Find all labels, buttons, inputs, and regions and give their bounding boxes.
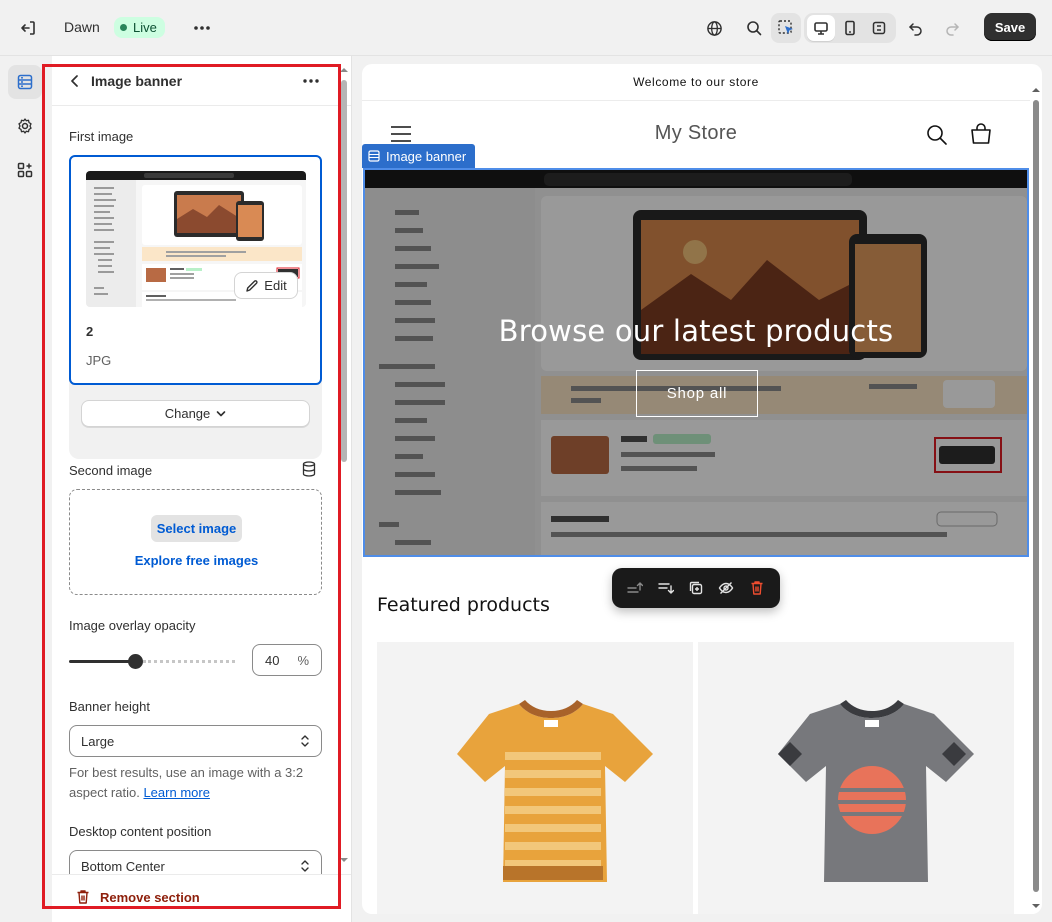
live-dot-icon xyxy=(120,24,127,31)
device-switcher xyxy=(804,13,896,43)
first-image-picker: Edit 2 JPG Change xyxy=(69,155,322,459)
move-down-icon[interactable] xyxy=(653,575,679,601)
grey-tshirt-image xyxy=(778,700,974,882)
undo-icon[interactable] xyxy=(901,13,931,43)
status-badge: Live xyxy=(114,17,165,38)
overlay-opacity-value: 40 xyxy=(265,653,280,668)
panel-footer: Remove section xyxy=(52,874,351,922)
first-image-label: First image xyxy=(69,129,134,144)
globe-icon[interactable] xyxy=(699,13,729,43)
change-label: Change xyxy=(164,406,211,421)
database-icon[interactable] xyxy=(302,461,320,479)
section-tag-icon xyxy=(368,150,380,162)
section-settings-panel: Image banner First image Edit 2 JPG Chan… xyxy=(52,56,352,922)
fullscreen-icon[interactable] xyxy=(865,15,893,41)
cart-icon[interactable] xyxy=(969,122,993,146)
trash-icon xyxy=(77,890,89,904)
pencil-icon xyxy=(246,279,258,292)
sections-icon[interactable] xyxy=(8,65,42,99)
store-preview: Welcome to our store My Store Image bann… xyxy=(362,64,1042,914)
section-toolbar xyxy=(612,568,780,608)
second-image-dropzone[interactable]: Select image Explore free images xyxy=(69,489,322,595)
select-chevron-icon xyxy=(301,735,309,747)
product-card[interactable] xyxy=(377,642,693,914)
section-tag-label: Image banner xyxy=(386,148,467,164)
shop-all-button[interactable]: Shop all xyxy=(636,370,758,417)
change-image-button[interactable]: Change xyxy=(81,400,310,427)
banner-heading: Browse our latest products xyxy=(498,314,894,348)
search-icon[interactable] xyxy=(926,124,948,146)
more-icon[interactable] xyxy=(300,72,322,90)
redo-icon[interactable] xyxy=(937,13,967,43)
orange-tshirt-image xyxy=(457,700,653,882)
theme-name: Dawn xyxy=(64,19,100,35)
announcement-bar: Welcome to our store xyxy=(362,64,1030,101)
image-file-type: JPG xyxy=(86,353,112,368)
second-image-label: Second image xyxy=(69,463,153,478)
settings-gear-icon[interactable] xyxy=(8,109,42,143)
image-banner-section[interactable]: Browse our latest products Shop all xyxy=(363,168,1029,557)
left-rail xyxy=(0,56,52,922)
overlay-opacity-label: Image overlay opacity xyxy=(69,618,196,633)
learn-more-link[interactable]: Learn more xyxy=(143,785,209,800)
banner-height-label: Banner height xyxy=(69,699,150,714)
slider-fill xyxy=(69,660,135,663)
preview-scrollbar[interactable] xyxy=(1030,86,1042,914)
overlay-opacity-slider[interactable] xyxy=(69,654,235,669)
edit-image-button[interactable]: Edit xyxy=(234,272,298,299)
inspector-icon[interactable] xyxy=(771,13,801,43)
apps-icon[interactable] xyxy=(8,153,42,187)
product-card[interactable] xyxy=(698,642,1014,914)
desktop-position-label: Desktop content position xyxy=(69,824,212,839)
search-icon[interactable] xyxy=(739,13,769,43)
slider-track-rest xyxy=(143,660,235,663)
edit-label: Edit xyxy=(264,278,287,293)
mobile-icon[interactable] xyxy=(836,15,864,41)
top-bar: Dawn Live Save xyxy=(0,0,1052,56)
panel-title: Image banner xyxy=(91,73,183,89)
banner-height-value: Large xyxy=(81,734,115,749)
slider-thumb[interactable] xyxy=(128,654,143,669)
image-card[interactable]: Edit 2 JPG xyxy=(69,155,322,385)
overlay-opacity-input[interactable]: 40 % xyxy=(252,644,322,676)
desktop-icon[interactable] xyxy=(807,15,835,41)
duplicate-icon[interactable] xyxy=(683,575,709,601)
remove-section-button[interactable]: Remove section xyxy=(76,889,200,905)
select-image-button[interactable]: Select image xyxy=(151,515,242,542)
explore-free-images-link[interactable]: Explore free images xyxy=(70,553,323,568)
overlay-opacity-unit: % xyxy=(297,653,309,668)
featured-products-heading: Featured products xyxy=(377,594,550,616)
banner-height-hint: For best results, use an image with a 3:… xyxy=(69,763,324,803)
banner-overlay xyxy=(365,170,1027,555)
image-file-name: 2 xyxy=(86,324,94,339)
hide-icon[interactable] xyxy=(713,575,739,601)
chevron-down-icon xyxy=(216,410,226,416)
panel-scrollbar[interactable] xyxy=(338,66,350,866)
panel-header: Image banner xyxy=(52,56,351,106)
more-icon[interactable] xyxy=(187,13,217,43)
remove-section-label: Remove section xyxy=(100,889,200,905)
delete-icon[interactable] xyxy=(744,575,770,601)
back-chevron-icon[interactable] xyxy=(66,71,84,91)
desktop-position-value: Bottom Center xyxy=(81,859,165,874)
save-button[interactable]: Save xyxy=(984,13,1036,41)
banner-height-select[interactable]: Large xyxy=(69,725,322,757)
move-up-icon[interactable] xyxy=(622,575,648,601)
status-badge-label: Live xyxy=(133,20,157,35)
exit-icon[interactable] xyxy=(13,13,43,43)
section-tag[interactable]: Image banner xyxy=(362,144,476,168)
select-chevron-icon xyxy=(301,860,309,872)
